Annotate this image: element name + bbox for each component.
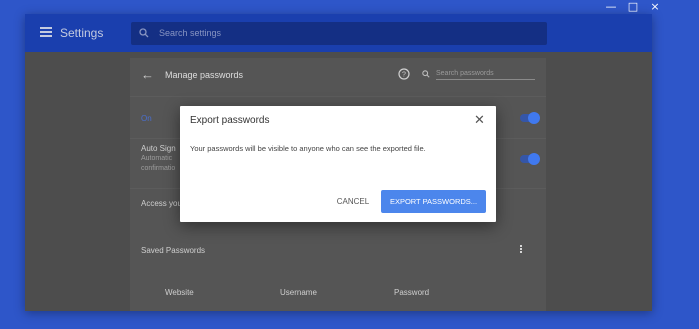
export-passwords-button[interactable]: EXPORT PASSWORDS...	[381, 190, 486, 213]
dialog-message: Your passwords will be visible to anyone…	[190, 144, 426, 153]
close-icon[interactable]: ✕	[474, 113, 485, 126]
minimize-button[interactable]: —	[605, 0, 617, 14]
saved-passwords-title: Saved Passwords	[141, 246, 206, 255]
column-username[interactable]: Username	[280, 288, 317, 297]
auto-sign-in-toggle[interactable]	[520, 153, 540, 165]
page-title: Manage passwords	[165, 70, 244, 80]
top-bar: Settings Search settings	[25, 14, 652, 52]
divider	[130, 96, 546, 97]
offer-save-label: On	[141, 114, 152, 123]
svg-text:?: ?	[402, 72, 406, 79]
window-controls: — □ ×	[605, 0, 661, 14]
offer-save-toggle[interactable]	[520, 112, 540, 124]
search-passwords-icon	[422, 70, 430, 78]
auto-sign-in-sub-1: Automatic	[141, 155, 173, 162]
access-passwords-link[interactable]: Access you	[141, 199, 182, 208]
close-window-button[interactable]: ×	[649, 0, 661, 14]
search-passwords-input[interactable]: Search passwords	[436, 70, 535, 80]
app-title: Settings	[60, 26, 104, 40]
auto-sign-in-label: Auto Sign	[141, 144, 176, 153]
column-password[interactable]: Password	[394, 288, 429, 297]
export-passwords-dialog: Export passwords ✕ Your passwords will b…	[180, 106, 496, 222]
cancel-button[interactable]: CANCEL	[332, 195, 374, 208]
auto-sign-in-sub-2: confirmatio	[141, 165, 176, 172]
dialog-title: Export passwords	[190, 115, 270, 126]
search-settings-input[interactable]: Search settings	[131, 22, 547, 45]
search-placeholder: Search settings	[159, 28, 222, 38]
maximize-button[interactable]: □	[627, 0, 639, 14]
help-icon[interactable]: ?	[398, 68, 410, 80]
menu-icon[interactable]	[40, 27, 52, 37]
search-icon	[139, 28, 149, 38]
more-actions-icon[interactable]	[520, 245, 523, 254]
back-arrow-icon[interactable]: ←	[141, 67, 154, 82]
column-website[interactable]: Website	[165, 288, 194, 297]
